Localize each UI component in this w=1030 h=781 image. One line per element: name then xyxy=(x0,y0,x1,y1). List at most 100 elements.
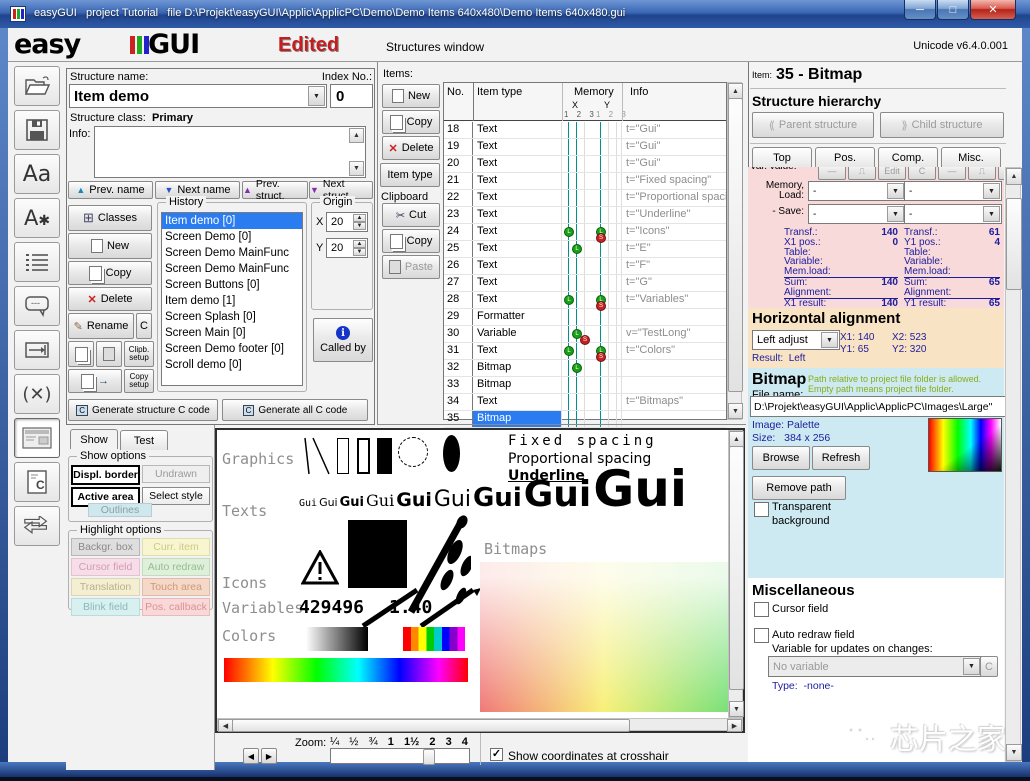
structure-name-combo[interactable]: Item demo ▼ xyxy=(69,84,327,108)
structures-window-button[interactable] xyxy=(14,418,60,458)
detail-tab[interactable]: Pos. xyxy=(815,147,875,168)
chevron-down-icon[interactable]: ▼ xyxy=(887,183,904,199)
alignment-dropdown[interactable]: Left adjust▼ xyxy=(752,330,840,350)
auto-redraw-checkbox[interactable] xyxy=(754,628,769,643)
zoom-out-button[interactable]: ◀ xyxy=(243,748,259,764)
font-settings-button[interactable]: A✱ xyxy=(14,198,60,238)
save-button[interactable] xyxy=(14,110,60,150)
c-code-button[interactable]: C xyxy=(14,462,60,502)
var-value-mini-button[interactable]: Edit xyxy=(998,167,1004,180)
history-item[interactable]: Screen Demo MainFunc xyxy=(162,245,302,261)
memory-save-x-dropdown[interactable]: -▼ xyxy=(808,204,906,224)
table-row[interactable]: 32 Bitmap L xyxy=(444,360,726,377)
close-button[interactable]: ✕ xyxy=(970,0,1016,20)
history-item[interactable]: Item demo [0] xyxy=(162,213,302,229)
chevron-down-icon[interactable]: ▼ xyxy=(887,206,904,222)
index-no-field[interactable]: 0 xyxy=(330,84,373,108)
memory-load-y-dropdown[interactable]: -▼ xyxy=(904,181,1002,201)
copy-structure-button[interactable]: Copy xyxy=(68,261,152,285)
var-value-mini-button[interactable]: ⎍ xyxy=(848,167,876,180)
item-new-button[interactable]: New xyxy=(382,84,440,108)
scroll-right-icon[interactable]: ▶ xyxy=(727,719,742,732)
spinner-icon[interactable]: ▲▼ xyxy=(353,240,366,256)
scroll-down-icon[interactable]: ▼ xyxy=(349,161,364,176)
var-value-mini-button[interactable]: C xyxy=(908,167,936,180)
canvas-hscrollbar[interactable]: ◀ ▶ xyxy=(217,718,743,731)
rename-button[interactable]: ✎Rename xyxy=(68,313,134,339)
detail-tab[interactable]: Misc. xyxy=(941,147,1001,168)
variables-button[interactable]: (✕) xyxy=(14,374,60,414)
item-copy-button[interactable]: Copy xyxy=(382,110,440,134)
chevron-down-icon[interactable]: ▼ xyxy=(821,332,838,348)
scroll-left-icon[interactable]: ◀ xyxy=(218,719,233,732)
title-bar[interactable]: easyGUI project Tutorial file D:\Projekt… xyxy=(0,0,1030,28)
scroll-up-icon[interactable]: ▲ xyxy=(1006,168,1022,185)
zoom-level[interactable]: ¼ xyxy=(330,736,339,748)
maximize-button[interactable]: □ xyxy=(937,0,969,20)
highlight-option-button[interactable]: Blink field xyxy=(71,598,140,616)
scroll-up-icon[interactable]: ▲ xyxy=(728,83,743,99)
paste-from-clipboard-button[interactable] xyxy=(96,341,122,367)
browse-button[interactable]: Browse xyxy=(752,446,810,470)
list-button[interactable] xyxy=(14,242,60,282)
table-row[interactable]: 18 Text t="Gui" xyxy=(444,122,726,139)
show-option-button[interactable]: Select style xyxy=(142,487,210,505)
memory-save-y-dropdown[interactable]: -▼ xyxy=(904,204,1002,224)
show-option-button[interactable]: Undrawn xyxy=(142,465,210,483)
table-row[interactable]: 21 Text t="Fixed spacing" xyxy=(444,173,726,190)
zoom-level[interactable]: 3 xyxy=(446,736,452,748)
clipboard-setup-button[interactable]: Clipb. setup xyxy=(124,341,154,367)
item-type-button[interactable]: Item type xyxy=(380,163,440,187)
table-row[interactable]: 35 Bitmap xyxy=(444,411,726,428)
generate-structure-code-button[interactable]: CGenerate structure C code xyxy=(68,399,218,421)
zoom-slider[interactable] xyxy=(330,748,470,764)
history-item[interactable]: Scroll demo [0] xyxy=(162,357,302,373)
called-by-button[interactable]: i Called by xyxy=(313,318,373,362)
rename-c-button[interactable]: C xyxy=(136,313,152,339)
detail-scrollbar[interactable]: ▲ ▼ xyxy=(1005,167,1021,762)
messages-button[interactable]: --- xyxy=(14,286,60,326)
item-paste-button[interactable]: Paste xyxy=(382,255,440,279)
item-copy2-button[interactable]: Copy xyxy=(382,229,440,253)
detail-tab[interactable]: Comp. xyxy=(878,147,938,168)
cursor-field-checkbox[interactable] xyxy=(754,602,769,617)
variable-c-button[interactable]: C xyxy=(980,656,998,677)
history-item[interactable]: Item demo [1] xyxy=(162,293,302,309)
highlight-option-button[interactable]: Pos. callback xyxy=(142,598,210,616)
zoom-slider-thumb[interactable] xyxy=(423,749,435,765)
scroll-up-icon[interactable]: ▲ xyxy=(349,128,364,143)
origin-y-field[interactable]: 20 ▲▼ xyxy=(326,238,368,258)
item-cut-button[interactable]: ✂Cut xyxy=(382,203,440,227)
table-row[interactable]: 23 Text t="Underline" xyxy=(444,207,726,224)
info-field[interactable]: ▲ ▼ xyxy=(94,126,366,178)
highlight-option-button[interactable]: Cursor field xyxy=(71,558,140,576)
variable-dropdown[interactable]: No variable▼ xyxy=(768,656,982,677)
table-row[interactable]: 33 Bitmap xyxy=(444,377,726,394)
position-button[interactable] xyxy=(14,330,60,370)
zoom-level[interactable]: ¾ xyxy=(369,736,378,748)
new-structure-button[interactable]: New xyxy=(68,233,152,259)
show-option-button[interactable]: Displ. border xyxy=(71,465,140,485)
chevron-down-icon[interactable]: ▼ xyxy=(983,206,1000,222)
copy-with-setup-button[interactable]: → xyxy=(68,369,122,393)
table-row[interactable]: 25 Text L t="E" xyxy=(444,241,726,258)
memory-load-x-dropdown[interactable]: -▼ xyxy=(808,181,906,201)
outlines-button[interactable]: Outlines xyxy=(88,503,152,517)
table-row[interactable]: 27 Text t="G" xyxy=(444,275,726,292)
copy-setup-button[interactable]: Copy setup xyxy=(124,369,154,393)
highlight-option-button[interactable]: Touch area xyxy=(142,578,210,596)
table-row[interactable]: 28 Text LLS t="Variables" xyxy=(444,292,726,309)
fonts-button[interactable]: Aa xyxy=(14,154,60,194)
delete-structure-button[interactable]: ✕Delete xyxy=(68,287,152,311)
transfer-button[interactable] xyxy=(14,506,60,546)
highlight-option-button[interactable]: Curr. item xyxy=(142,538,210,556)
table-row[interactable]: 24 Text LLS t="Icons" xyxy=(444,224,726,241)
zoom-level[interactable]: 1 xyxy=(388,736,394,748)
history-item[interactable]: Screen Main [0] xyxy=(162,325,302,341)
history-item[interactable]: Screen Demo MainFunc xyxy=(162,261,302,277)
minimize-button[interactable]: ─ xyxy=(904,0,936,20)
table-row[interactable]: 22 Text t="Proportional spacing" xyxy=(444,190,726,207)
spinner-icon[interactable]: ▲▼ xyxy=(353,214,366,230)
canvas-vscrollbar[interactable]: ▲ ▼ xyxy=(728,430,743,718)
generate-all-code-button[interactable]: CGenerate all C code xyxy=(222,399,368,421)
